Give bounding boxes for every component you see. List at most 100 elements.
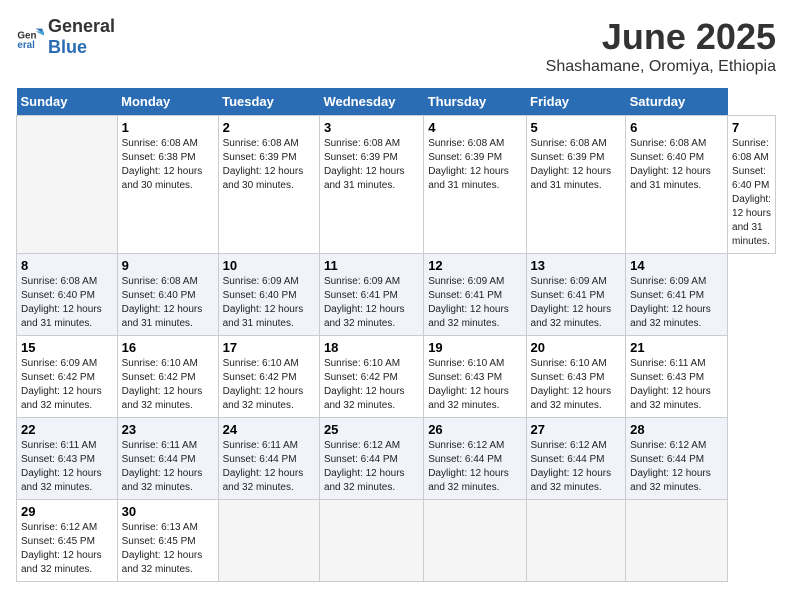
day-number: 30 (122, 504, 214, 519)
svg-text:eral: eral (17, 40, 35, 51)
day-number: 18 (324, 340, 419, 355)
calendar-day-cell: 20 Sunrise: 6:10 AMSunset: 6:43 PMDayligh… (526, 336, 626, 418)
calendar-day-cell: 6Sunrise: 6:08 AMSunset: 6:40 PMDaylight… (626, 116, 728, 254)
day-info: Sunrise: 6:12 AMSunset: 6:44 PMDaylight:… (428, 439, 521, 495)
day-number: 27 (531, 422, 622, 437)
day-info: Sunrise: 6:09 AMSunset: 6:41 PMDaylight:… (630, 275, 723, 331)
calendar-table: SundayMondayTuesdayWednesdayThursdayFrid… (16, 88, 776, 582)
day-info: Sunrise: 6:12 AMSunset: 6:45 PMDaylight:… (21, 521, 113, 577)
day-info: Sunrise: 6:08 AMSunset: 6:39 PMDaylight:… (324, 137, 419, 193)
day-info: Sunrise: 6:09 AMSunset: 6:41 PMDaylight:… (428, 275, 521, 331)
day-number: 19 (428, 340, 521, 355)
calendar-day-cell: 23Sunrise: 6:11 AMSunset: 6:44 PMDayligh… (117, 418, 218, 500)
day-info: Sunrise: 6:12 AMSunset: 6:44 PMDaylight:… (630, 439, 723, 495)
day-info: Sunrise: 6:09 AMSunset: 6:40 PMDaylight:… (223, 275, 315, 331)
day-number: 22 (21, 422, 113, 437)
calendar-day-cell: 25Sunrise: 6:12 AMSunset: 6:44 PMDayligh… (319, 418, 423, 500)
day-number: 15 (21, 340, 113, 355)
day-number: 9 (122, 258, 214, 273)
calendar-day-cell: 26 Sunrise: 6:12 AMSunset: 6:44 PMDayligh… (424, 418, 526, 500)
calendar-day-cell: 28 Sunrise: 6:12 AMSunset: 6:44 PMDayligh… (626, 418, 728, 500)
calendar-day-cell: 21 Sunrise: 6:11 AMSunset: 6:43 PMDayligh… (626, 336, 728, 418)
calendar-day-cell: 10 Sunrise: 6:09 AMSunset: 6:40 PMDayligh… (218, 254, 319, 336)
day-header-sunday: Sunday (17, 88, 118, 116)
day-info: Sunrise: 6:10 AMSunset: 6:43 PMDaylight:… (428, 357, 521, 413)
day-number: 24 (223, 422, 315, 437)
calendar-day-cell: 29 Sunrise: 6:12 AMSunset: 6:45 PMDayligh… (17, 500, 118, 582)
day-number: 16 (122, 340, 214, 355)
calendar-day-cell: 7 Sunrise: 6:08 AMSunset: 6:40 PMDaylight… (728, 116, 776, 254)
calendar-day-cell: 9 Sunrise: 6:08 AMSunset: 6:40 PMDaylight… (117, 254, 218, 336)
day-info: Sunrise: 6:08 AMSunset: 6:40 PMDaylight:… (21, 275, 113, 331)
calendar-day-cell (626, 500, 728, 582)
day-header-wednesday: Wednesday (319, 88, 423, 116)
calendar-day-cell (424, 500, 526, 582)
day-info: Sunrise: 6:11 AMSunset: 6:43 PMDaylight:… (630, 357, 723, 413)
day-info: Sunrise: 6:09 AMSunset: 6:42 PMDaylight:… (21, 357, 113, 413)
day-info: Sunrise: 6:10 AMSunset: 6:42 PMDaylight:… (223, 357, 315, 413)
calendar-day-cell: 3 Sunrise: 6:08 AMSunset: 6:39 PMDaylight… (319, 116, 423, 254)
calendar-week-row: 15 Sunrise: 6:09 AMSunset: 6:42 PMDayligh… (17, 336, 776, 418)
calendar-day-cell: 4Sunrise: 6:08 AMSunset: 6:39 PMDaylight… (424, 116, 526, 254)
logo-general: General (48, 16, 115, 36)
day-header-tuesday: Tuesday (218, 88, 319, 116)
calendar-day-cell: 5 Sunrise: 6:08 AMSunset: 6:39 PMDaylight… (526, 116, 626, 254)
logo-wordmark: General Blue (48, 16, 115, 58)
day-info: Sunrise: 6:11 AMSunset: 6:44 PMDaylight:… (122, 439, 214, 495)
day-info: Sunrise: 6:08 AMSunset: 6:40 PMDaylight:… (122, 275, 214, 331)
calendar-day-cell: 19 Sunrise: 6:10 AMSunset: 6:43 PMDayligh… (424, 336, 526, 418)
calendar-week-row: 22Sunrise: 6:11 AMSunset: 6:43 PMDayligh… (17, 418, 776, 500)
day-number: 14 (630, 258, 723, 273)
calendar-day-cell: 18 Sunrise: 6:10 AMSunset: 6:42 PMDayligh… (319, 336, 423, 418)
day-number: 26 (428, 422, 521, 437)
page-header: Gen eral General Blue June 2025 Shashama… (16, 16, 776, 76)
day-number: 21 (630, 340, 723, 355)
day-info: Sunrise: 6:13 AMSunset: 6:45 PMDaylight:… (122, 521, 214, 577)
day-number: 7 (732, 120, 771, 135)
day-info: Sunrise: 6:10 AMSunset: 6:42 PMDaylight:… (324, 357, 419, 413)
day-info: Sunrise: 6:09 AMSunset: 6:41 PMDaylight:… (324, 275, 419, 331)
day-info: Sunrise: 6:08 AMSunset: 6:40 PMDaylight:… (732, 137, 771, 249)
day-info: Sunrise: 6:08 AMSunset: 6:39 PMDaylight:… (223, 137, 315, 193)
day-header-friday: Friday (526, 88, 626, 116)
day-number: 3 (324, 120, 419, 135)
calendar-day-cell: 8 Sunrise: 6:08 AMSunset: 6:40 PMDaylight… (17, 254, 118, 336)
location-title: Shashamane, Oromiya, Ethiopia (546, 58, 776, 76)
month-title: June 2025 (546, 16, 776, 58)
day-info: Sunrise: 6:11 AMSunset: 6:44 PMDaylight:… (223, 439, 315, 495)
day-info: Sunrise: 6:10 AMSunset: 6:43 PMDaylight:… (531, 357, 622, 413)
day-number: 10 (223, 258, 315, 273)
calendar-day-cell: 22Sunrise: 6:11 AMSunset: 6:43 PMDayligh… (17, 418, 118, 500)
day-info: Sunrise: 6:08 AMSunset: 6:38 PMDaylight:… (122, 137, 214, 193)
calendar-day-cell: 16Sunrise: 6:10 AMSunset: 6:42 PMDayligh… (117, 336, 218, 418)
calendar-day-cell (17, 116, 118, 254)
logo-blue: Blue (48, 37, 87, 57)
calendar-day-cell: 27Sunrise: 6:12 AMSunset: 6:44 PMDayligh… (526, 418, 626, 500)
day-number: 29 (21, 504, 113, 519)
calendar-day-cell: 30 Sunrise: 6:13 AMSunset: 6:45 PMDayligh… (117, 500, 218, 582)
day-number: 20 (531, 340, 622, 355)
day-number: 28 (630, 422, 723, 437)
day-number: 5 (531, 120, 622, 135)
calendar-day-cell: 14 Sunrise: 6:09 AMSunset: 6:41 PMDayligh… (626, 254, 728, 336)
calendar-week-row: 1Sunrise: 6:08 AMSunset: 6:38 PMDaylight… (17, 116, 776, 254)
day-info: Sunrise: 6:08 AMSunset: 6:39 PMDaylight:… (531, 137, 622, 193)
day-number: 8 (21, 258, 113, 273)
day-number: 12 (428, 258, 521, 273)
calendar-day-cell: 1Sunrise: 6:08 AMSunset: 6:38 PMDaylight… (117, 116, 218, 254)
day-info: Sunrise: 6:08 AMSunset: 6:40 PMDaylight:… (630, 137, 723, 193)
calendar-day-cell (319, 500, 423, 582)
calendar-day-cell (526, 500, 626, 582)
calendar-day-cell: 11Sunrise: 6:09 AMSunset: 6:41 PMDayligh… (319, 254, 423, 336)
calendar-day-cell: 13Sunrise: 6:09 AMSunset: 6:41 PMDayligh… (526, 254, 626, 336)
calendar-day-cell (218, 500, 319, 582)
logo-icon: Gen eral (16, 23, 44, 51)
calendar-day-cell: 24 Sunrise: 6:11 AMSunset: 6:44 PMDayligh… (218, 418, 319, 500)
day-header-monday: Monday (117, 88, 218, 116)
day-number: 13 (531, 258, 622, 273)
day-header-thursday: Thursday (424, 88, 526, 116)
day-number: 4 (428, 120, 521, 135)
logo: Gen eral General Blue (16, 16, 115, 58)
calendar-day-cell: 2Sunrise: 6:08 AMSunset: 6:39 PMDaylight… (218, 116, 319, 254)
day-number: 17 (223, 340, 315, 355)
